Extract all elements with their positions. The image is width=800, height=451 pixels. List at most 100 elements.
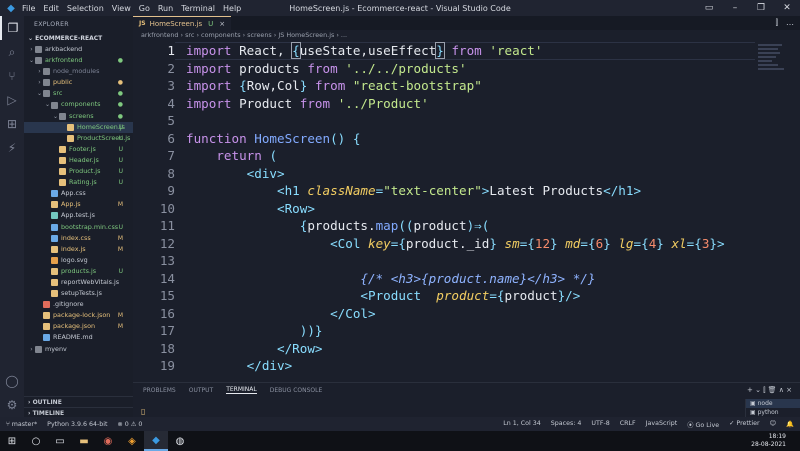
cursor-position[interactable]: Ln 1, Col 34 [503, 420, 541, 429]
settings-gear-icon[interactable]: ⚙ [0, 393, 24, 417]
tab-terminal[interactable]: TERMINAL [226, 386, 257, 394]
chrome-icon[interactable]: ◉ [96, 431, 120, 451]
menu-item-help[interactable]: Help [223, 4, 241, 13]
close-button[interactable]: ✕ [774, 0, 800, 16]
tree-item[interactable]: .gitignore [24, 299, 133, 310]
remote-icon[interactable]: ⚡ [0, 136, 24, 160]
code-line[interactable]: import {Row,Col} from "react-bootstrap" [186, 77, 482, 95]
minimap[interactable] [758, 42, 786, 102]
git-branch[interactable]: ⑂ master* [6, 421, 37, 428]
tree-item[interactable]: ⌄ arkfrontend ● [24, 55, 133, 66]
outline-section[interactable]: › OUTLINE [24, 396, 133, 407]
more-actions-icon[interactable]: … [786, 18, 794, 28]
taskbar-search-icon[interactable]: ○ [24, 431, 48, 451]
tree-item[interactable]: › public ● [24, 77, 133, 88]
tree-item[interactable]: bootstrap.min.css U [24, 222, 133, 233]
code-line[interactable]: <Product product={product}/> [186, 287, 580, 305]
tree-item[interactable]: › myenv [24, 344, 133, 355]
terminal-cursor[interactable]: ▯ [141, 407, 145, 416]
code-line[interactable]: import React, {useState,useEffect} from … [186, 42, 542, 60]
tree-item[interactable]: App.js M [24, 199, 133, 210]
code-line[interactable]: {products.map((product)⇒( [186, 217, 490, 235]
system-clock[interactable]: 18:19 28-08-2021 [751, 433, 786, 449]
tree-item[interactable]: package.json M [24, 321, 133, 332]
source-control-icon[interactable]: ⑂ [0, 64, 24, 88]
tab-debug-console[interactable]: DEBUG CONSOLE [270, 387, 323, 394]
tree-item[interactable]: App.test.js [24, 210, 133, 221]
python-interpreter[interactable]: Python 3.9.6 64-bit [47, 421, 107, 428]
tree-item[interactable]: README.md [24, 332, 133, 343]
tree-item[interactable]: Footer.js U [24, 144, 133, 155]
encoding[interactable]: UTF-8 [591, 420, 609, 429]
tree-item[interactable]: ⌄ src ● [24, 88, 133, 99]
menu-item-run[interactable]: Run [158, 4, 173, 13]
code-line[interactable]: <div> [186, 165, 285, 183]
menu-item-selection[interactable]: Selection [67, 4, 104, 13]
tree-item[interactable]: index.js M [24, 244, 133, 255]
tree-item[interactable]: › node_modules [24, 66, 133, 77]
task-view-icon[interactable]: ▭ [48, 431, 72, 451]
menu-item-view[interactable]: View [112, 4, 131, 13]
tab-problems[interactable]: PROBLEMS [143, 387, 176, 394]
tree-item[interactable]: Product.js U [24, 166, 133, 177]
panel-controls[interactable]: + ⌄ ⫿ 🗑 ∧ × [747, 386, 792, 395]
terminal-instance[interactable]: ▣ python [746, 408, 800, 417]
code-line[interactable]: return ( [186, 147, 277, 165]
code-line[interactable]: import Product from '../Product' [186, 95, 429, 113]
feedback-icon[interactable]: ☺ [770, 420, 777, 429]
extensions-icon[interactable]: ⊞ [0, 112, 24, 136]
account-icon[interactable]: ◯ [0, 369, 24, 393]
code-line[interactable]: function HomeScreen() { [186, 130, 360, 148]
tree-item[interactable]: setupTests.js [24, 288, 133, 299]
menu-item-file[interactable]: File [22, 4, 35, 13]
tree-item[interactable]: index.css M [24, 233, 133, 244]
language-mode[interactable]: JavaScript [646, 420, 678, 429]
tree-item[interactable]: Header.js U [24, 155, 133, 166]
code-line[interactable]: </div> [186, 357, 293, 375]
file-explorer-icon[interactable]: ▬ [72, 431, 96, 451]
tab-output[interactable]: OUTPUT [189, 387, 213, 394]
tree-item[interactable]: Rating.js U [24, 177, 133, 188]
code-line[interactable]: ))} [186, 322, 323, 340]
tree-item[interactable]: HomeScreen.js U [24, 121, 133, 133]
windows-start-icon[interactable]: ⊞ [0, 431, 24, 451]
end-of-line[interactable]: CRLF [620, 420, 636, 429]
code-editor[interactable]: 1 import React, {useState,useEffect} from… [133, 42, 755, 382]
breadcrumb[interactable]: arkfrontend › src › components › screens… [133, 30, 800, 41]
timeline-section[interactable]: › TIMELINE [24, 407, 133, 417]
code-line[interactable]: import products from '../../products' [186, 60, 467, 78]
maximize-button[interactable]: ❐ [748, 0, 774, 16]
terminal-instance[interactable]: ▣ node [746, 399, 800, 408]
code-line[interactable]: <Col key={product._id} sm={12} md={6} lg… [186, 235, 725, 253]
menu-item-terminal[interactable]: Terminal [181, 4, 215, 13]
run-debug-icon[interactable]: ▷ [0, 88, 24, 112]
tree-item[interactable]: ProductScreen.js U [24, 133, 133, 144]
tree-item[interactable]: logo.svg [24, 255, 133, 266]
prettier-status[interactable]: ✓ Prettier [729, 420, 759, 429]
code-line[interactable]: </Row> [186, 340, 323, 358]
tree-item[interactable]: package-lock.json M [24, 310, 133, 321]
tab-homescreen[interactable]: JS HomeScreen.js U × [133, 16, 232, 30]
notifications-icon[interactable]: 🔔 [786, 420, 794, 429]
code-line[interactable]: <h1 className="text-center">Latest Produ… [186, 182, 641, 200]
vscode-taskbar-icon[interactable]: ◆ [144, 431, 168, 451]
tree-item[interactable]: products.js U [24, 266, 133, 277]
split-editor-icon[interactable]: ⫿ [775, 18, 778, 28]
menu-item-go[interactable]: Go [139, 4, 150, 13]
close-tab-icon[interactable]: × [219, 20, 225, 28]
go-live-button[interactable]: ⦿ Go Live [687, 420, 719, 429]
tree-item[interactable]: › arkbackend [24, 44, 133, 55]
tree-item[interactable]: ⌄ components ● [24, 99, 133, 110]
tree-item[interactable]: ⌄ screens ● [24, 111, 133, 122]
indentation[interactable]: Spaces: 4 [551, 420, 582, 429]
minimize-button[interactable]: – [722, 0, 748, 16]
sublime-icon[interactable]: ◈ [120, 431, 144, 451]
search-icon[interactable]: ⌕ [0, 40, 24, 64]
tree-item[interactable]: App.css [24, 188, 133, 199]
problems-count[interactable]: ⊗ 0 ⚠ 0 [118, 421, 143, 428]
github-icon[interactable]: ◍ [168, 431, 192, 451]
code-line[interactable]: </Col> [186, 305, 376, 323]
workspace-section[interactable]: ⌄ ECOMMERCE-REACT [24, 33, 133, 44]
explorer-icon[interactable]: ❐ [0, 16, 24, 40]
code-line[interactable]: <Row> [186, 200, 315, 218]
